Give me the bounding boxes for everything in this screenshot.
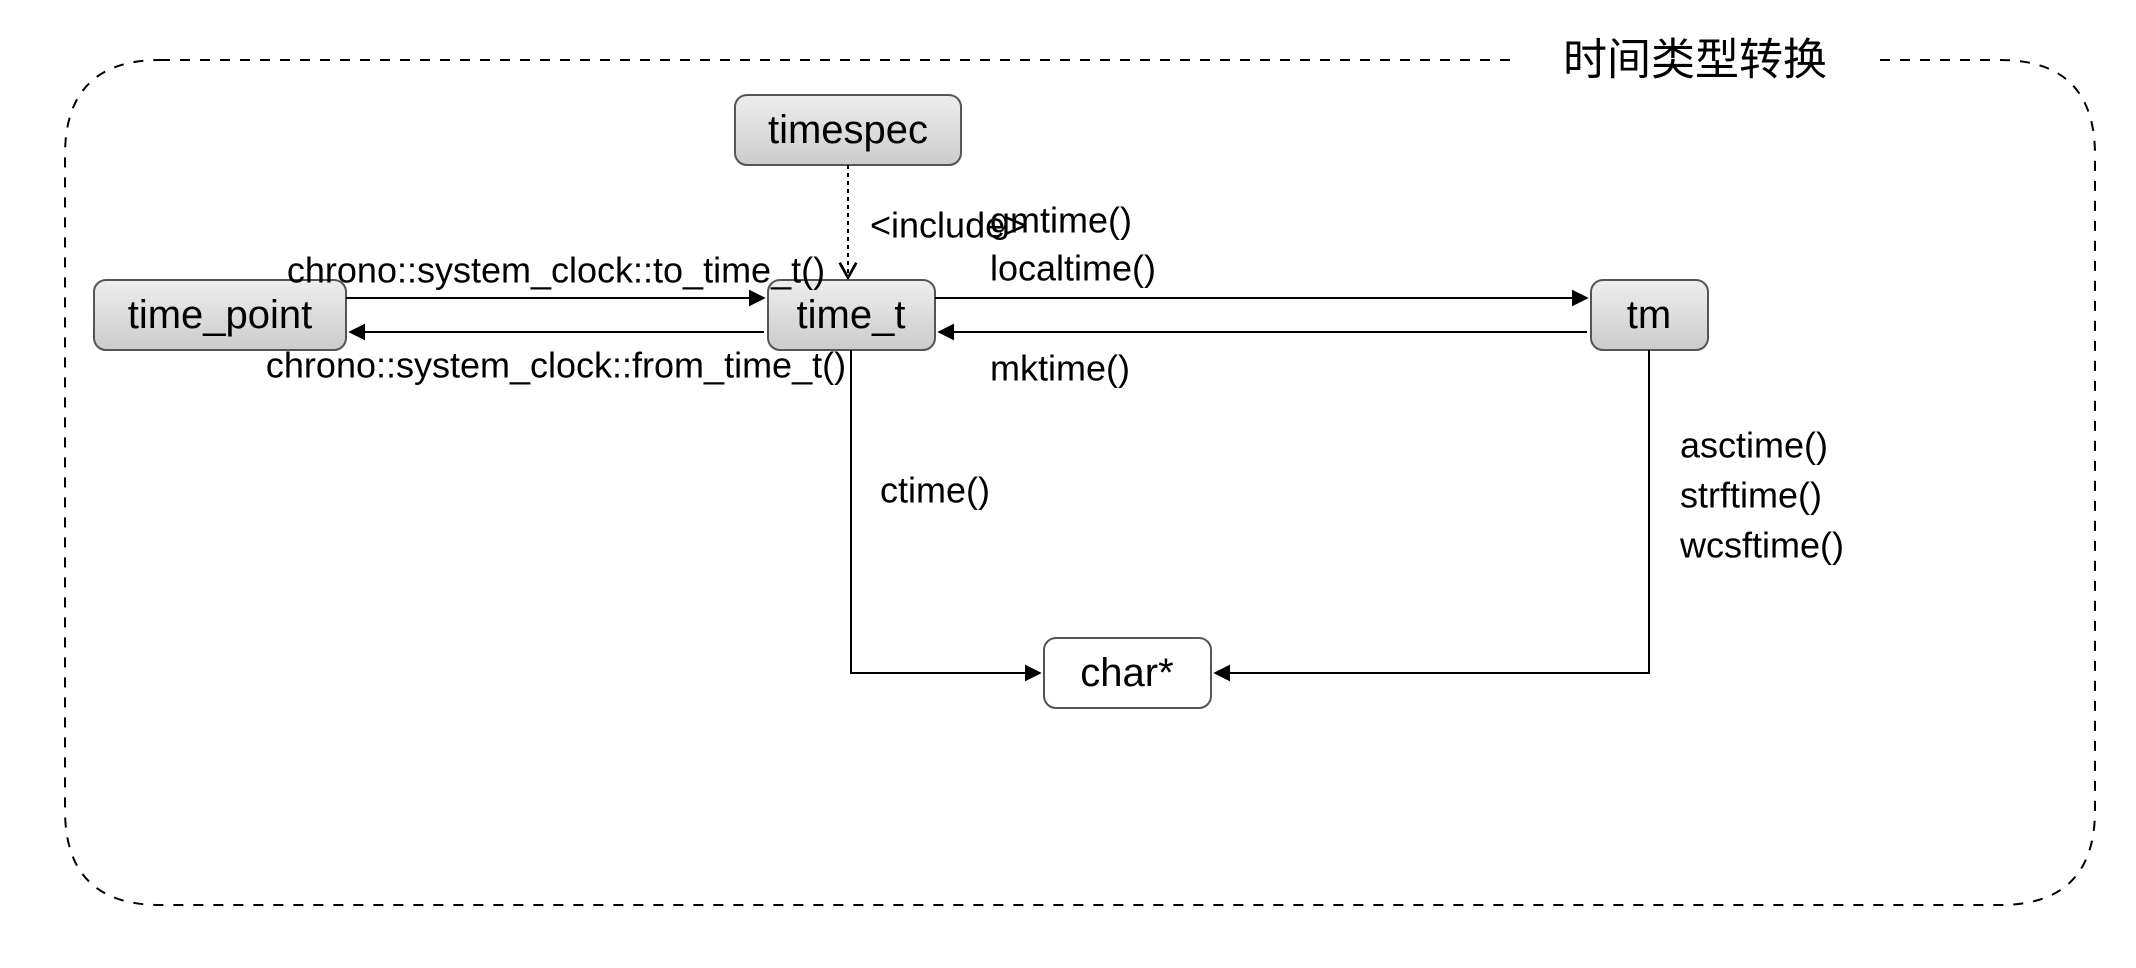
node-char-label: char* xyxy=(1080,651,1173,695)
edge-gmtime-label: gmtime() xyxy=(990,200,1132,241)
edge-localtime-label: localtime() xyxy=(990,248,1156,289)
node-time-t-label: time_t xyxy=(797,293,906,337)
node-time-point: time_point xyxy=(94,280,346,350)
edge-asctime-label: asctime() xyxy=(1680,425,1828,466)
edge-gmtime-localtime: gmtime() localtime() xyxy=(935,200,1587,299)
node-tm-label: tm xyxy=(1627,293,1671,337)
edge-from-time-t: chrono::system_clock::from_time_t() xyxy=(266,332,846,386)
edge-ctime-label: ctime() xyxy=(880,470,990,511)
edge-from-time-t-label: chrono::system_clock::from_time_t() xyxy=(266,345,846,386)
edge-wcsftime-label: wcsftime() xyxy=(1679,525,1844,566)
node-time-point-label: time_point xyxy=(128,293,313,337)
node-time-t: time_t xyxy=(768,280,935,350)
edge-ctime: ctime() xyxy=(851,350,1040,673)
node-tm: tm xyxy=(1591,280,1708,350)
node-timespec: timespec xyxy=(735,95,961,165)
diagram-title: 时间类型转换 xyxy=(1563,36,1827,85)
edge-mktime-label: mktime() xyxy=(990,348,1130,389)
edge-to-time-t-label: chrono::system_clock::to_time_t() xyxy=(287,250,825,291)
edge-strftime-label: strftime() xyxy=(1680,475,1822,516)
edge-tm-to-char: asctime() strftime() wcsftime() xyxy=(1215,350,1844,673)
node-timespec-label: timespec xyxy=(768,108,928,152)
frame: 时间类型转换 xyxy=(65,36,2095,906)
edge-to-time-t: chrono::system_clock::to_time_t() xyxy=(287,250,825,299)
node-char: char* xyxy=(1044,638,1211,708)
edge-mktime: mktime() xyxy=(939,332,1587,389)
diagram-canvas: 时间类型转换 timespec time_point time_t tm cha… xyxy=(0,0,2136,968)
